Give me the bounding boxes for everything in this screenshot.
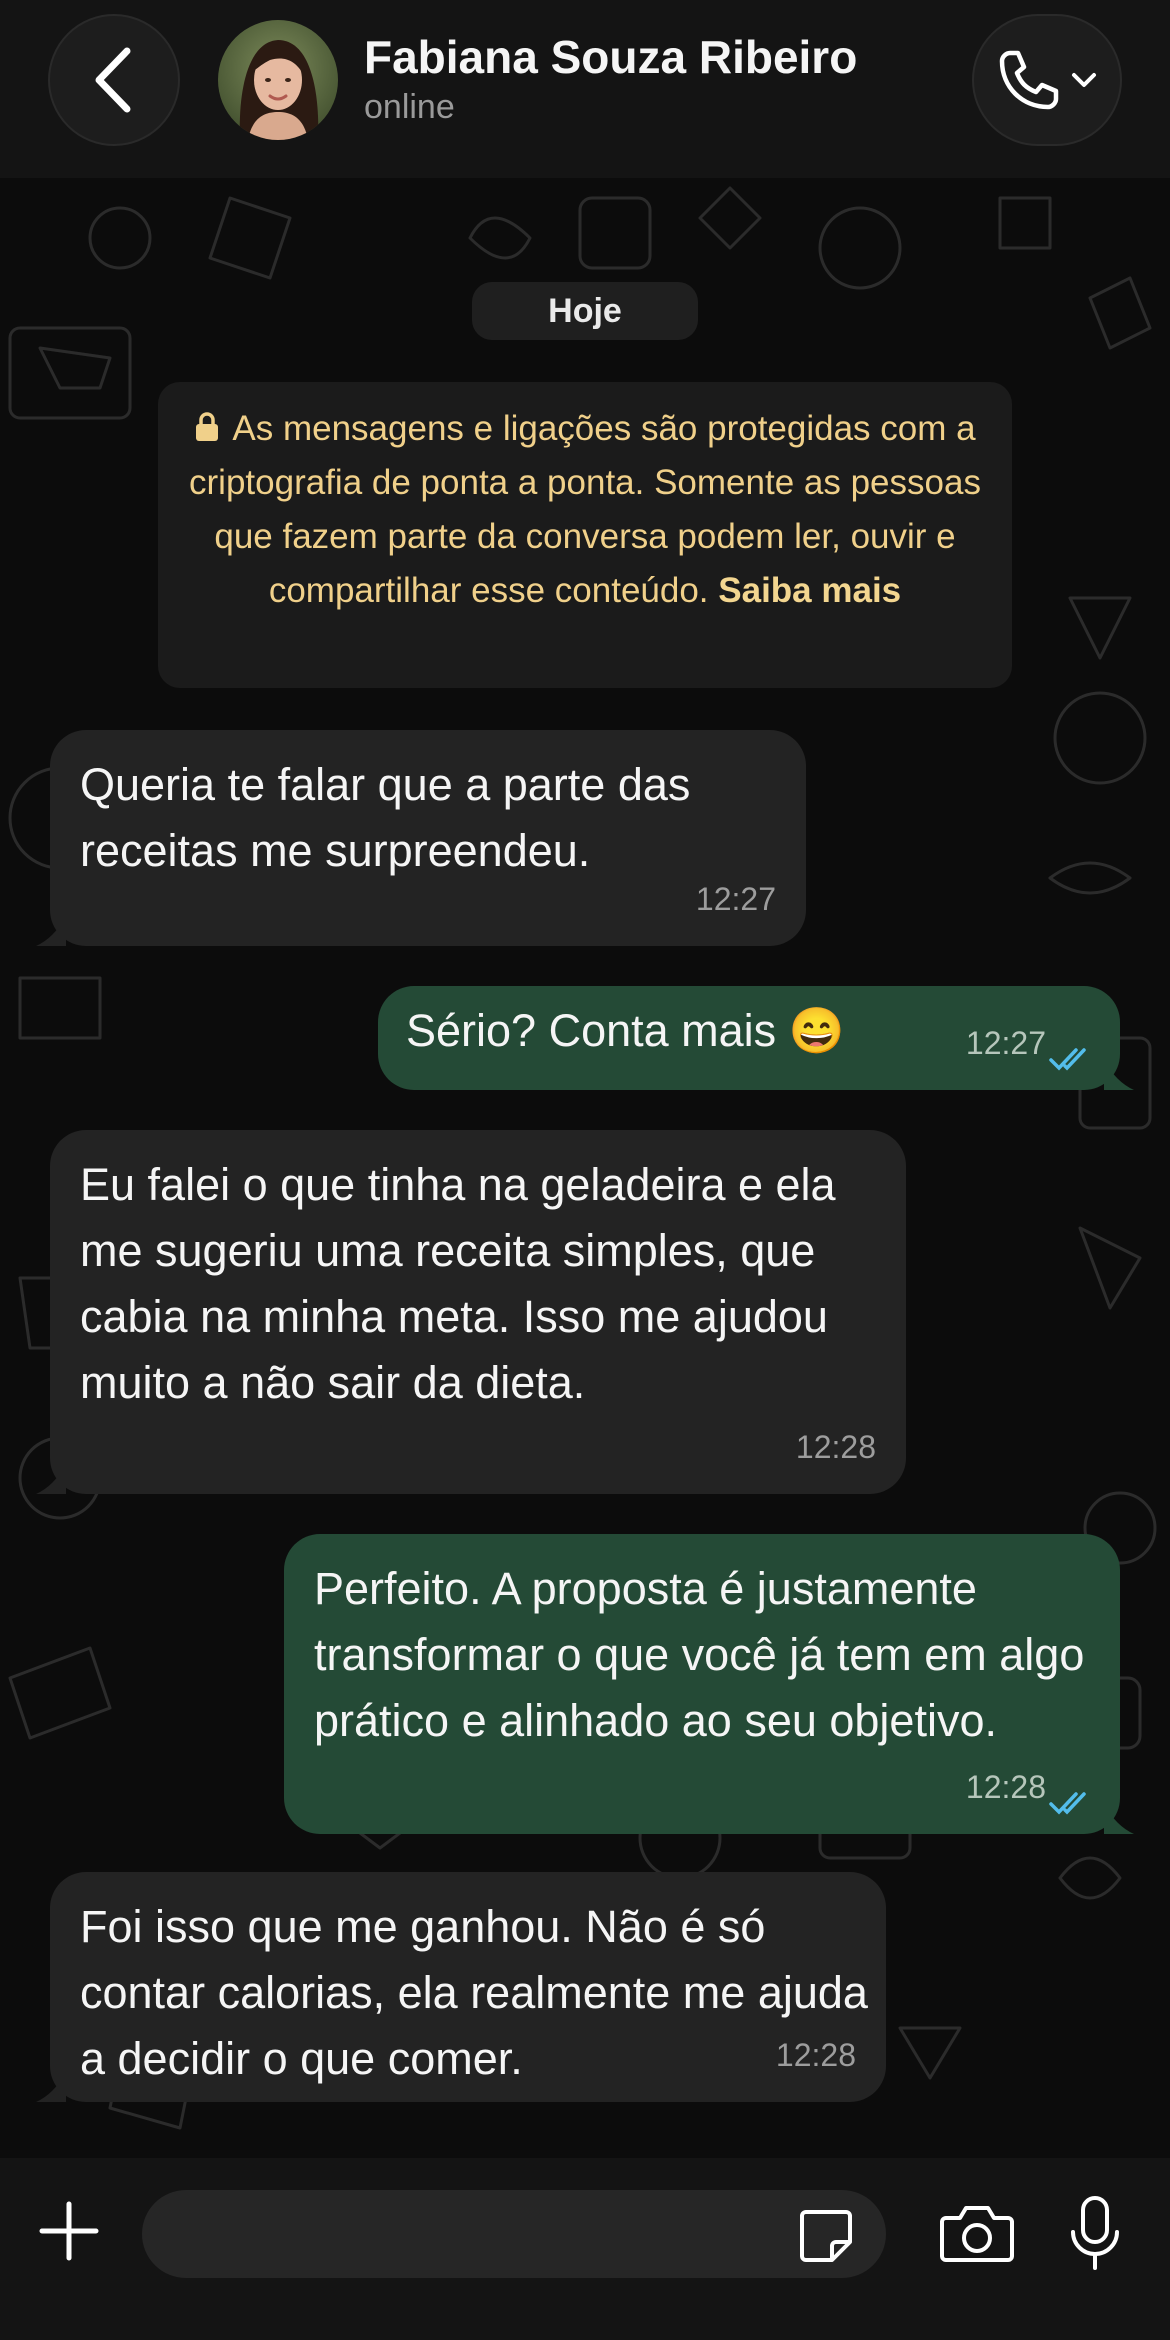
message-time: 12:28 [965,1769,1046,1805]
message-text: Foi isso que me ganhou. Não é só contar … [80,1901,868,2084]
message-time: 12:27 [965,1025,1046,1061]
date-separator: Hoje [472,282,698,340]
message-text: Perfeito. A proposta é justamente transf… [314,1563,1085,1746]
message-outgoing[interactable]: Perfeito. A proposta é justamente transf… [284,1534,1134,1834]
camera-icon[interactable] [940,2202,1014,2264]
message-time: 12:28 [775,2037,856,2073]
contact-status: online [364,88,455,126]
message-time: 12:27 [695,881,776,917]
phone-icon [999,50,1059,110]
back-button[interactable] [48,14,180,146]
message-time: 12:28 [795,1429,876,1465]
microphone-icon[interactable] [1068,2194,1122,2274]
plus-icon[interactable] [36,2198,102,2264]
encryption-notice[interactable]: As mensagens e ligações são protegidas c… [158,382,1012,688]
read-receipt-icon [1049,1048,1086,1071]
avatar[interactable] [218,20,338,140]
learn-more-link[interactable]: Saiba mais [718,571,901,610]
message-text: Sério? Conta mais 😄 [406,1005,845,1056]
message-incoming[interactable]: Foi isso que me ganhou. Não é só contar … [36,1872,886,2102]
chevron-down-icon [1072,73,1096,87]
message-incoming[interactable]: Eu falei o que tinha na geladeira e ela … [36,1130,906,1494]
read-receipt-icon [1049,1792,1086,1815]
sticker-icon[interactable] [796,2206,856,2266]
call-button[interactable] [972,14,1122,146]
message-text: Queria te falar que a parte das receitas… [80,759,691,876]
chat-header: Fabiana Souza Ribeiro online [0,0,1170,178]
message-text: Eu falei o que tinha na geladeira e ela … [80,1159,836,1408]
contact-name[interactable]: Fabiana Souza Ribeiro [364,30,857,84]
chat-area[interactable]: Hoje As mensagens e ligações são protegi… [0,178,1170,2158]
lock-icon [196,412,219,441]
message-outgoing[interactable]: Sério? Conta mais 😄 12:27 [378,986,1134,1090]
message-incoming[interactable]: Queria te falar que a parte das receitas… [36,730,806,946]
chevron-left-icon [95,47,131,113]
message-composer [0,2158,1170,2340]
message-input[interactable] [142,2190,886,2278]
